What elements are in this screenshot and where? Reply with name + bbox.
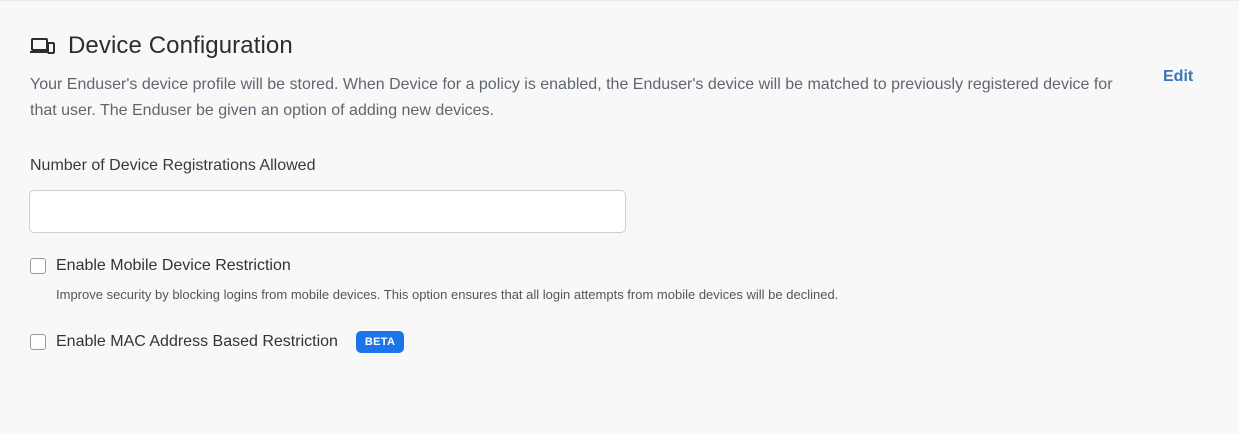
- section-header: Device Configuration: [30, 32, 293, 60]
- top-divider: [0, 0, 1239, 1]
- mobile-restriction-hint: Improve security by blocking logins from…: [56, 287, 839, 302]
- page-title: Device Configuration: [68, 32, 293, 59]
- beta-badge: BETA: [355, 331, 405, 353]
- registrations-label: Number of Device Registrations Allowed: [30, 157, 316, 174]
- edit-link[interactable]: Edit: [1163, 68, 1193, 86]
- devices-icon: [30, 35, 56, 57]
- mobile-restriction-checkbox[interactable]: [30, 258, 46, 274]
- mac-restriction-checkbox[interactable]: [30, 334, 46, 350]
- section-description: Your Enduser's device profile will be st…: [30, 76, 1113, 119]
- mobile-restriction-label: Enable Mobile Device Restriction: [56, 257, 291, 274]
- registrations-input[interactable]: [29, 190, 626, 233]
- mac-restriction-row: Enable MAC Address Based Restriction BET…: [30, 331, 405, 353]
- mac-restriction-label: Enable MAC Address Based Restriction: [56, 333, 338, 350]
- mobile-restriction-row: Enable Mobile Device Restriction: [30, 257, 291, 275]
